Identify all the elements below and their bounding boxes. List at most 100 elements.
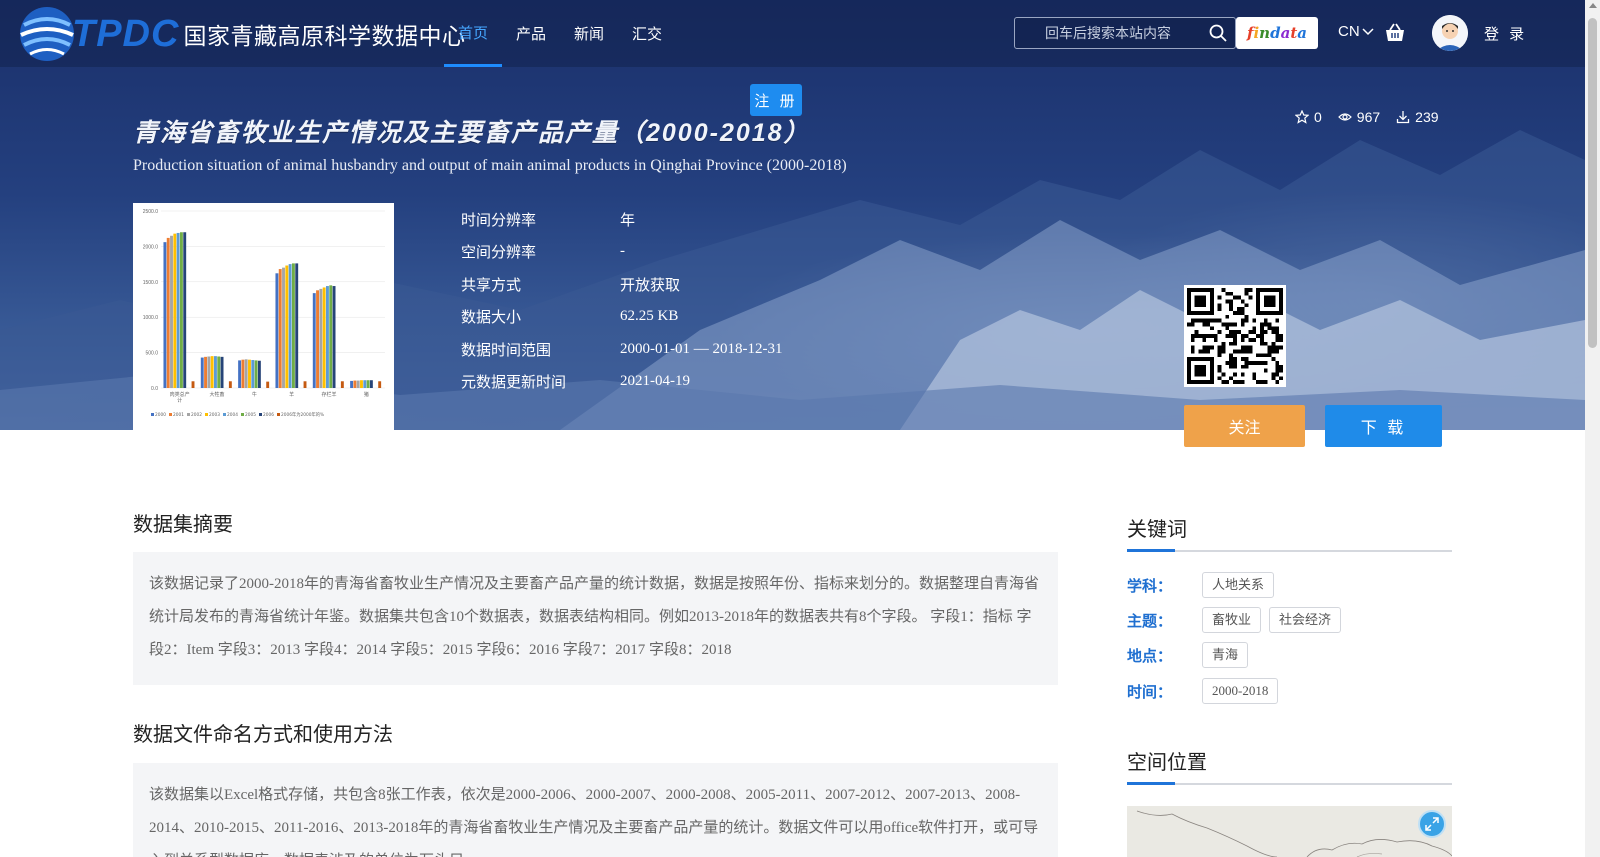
nav-news[interactable]: 新闻 (560, 0, 618, 67)
qr-module (1187, 322, 1191, 327)
legend-label: 2001 (173, 412, 184, 418)
chart-bar (291, 263, 295, 388)
keyword-tag[interactable]: 人地关系 (1202, 572, 1275, 598)
qr-module (1233, 337, 1237, 342)
chart-bar (316, 290, 319, 388)
chart-bar (170, 235, 173, 388)
keyword-row-place: 地点： 青海 (1127, 642, 1249, 668)
nav-home[interactable]: 首页 (444, 0, 503, 67)
legend-label: 2006 (263, 412, 274, 418)
legend-swatch (241, 413, 244, 416)
chart-bar (217, 356, 221, 388)
qr-module (1263, 318, 1268, 323)
qr-module (1240, 311, 1245, 315)
qr-module (1233, 322, 1237, 327)
qr-module (1244, 349, 1249, 354)
qr-module (1233, 295, 1237, 300)
qr-module (1233, 334, 1237, 338)
globe-logo-icon (20, 7, 74, 61)
follow-button[interactable]: 关注 (1184, 405, 1305, 447)
qr-module (1225, 380, 1230, 384)
qr-module (1202, 345, 1207, 350)
qr-module (1271, 357, 1276, 361)
x-tick-label: 羊 (289, 391, 294, 398)
map-fullscreen-button[interactable] (1418, 810, 1446, 838)
user-avatar[interactable] (1432, 15, 1468, 51)
login-link[interactable]: 登 录 (1484, 23, 1527, 44)
meta-row: 数据大小 62.25 KB (461, 301, 782, 334)
qr-module (1240, 299, 1245, 304)
qr-module (1233, 330, 1237, 335)
download-button[interactable]: 下 载 (1325, 405, 1442, 447)
findata-link[interactable]: findata (1236, 17, 1318, 49)
basket-icon[interactable] (1384, 22, 1406, 44)
keyword-tag[interactable]: 青海 (1202, 642, 1249, 668)
search-input[interactable] (1015, 18, 1205, 48)
legend-swatch (277, 413, 280, 416)
location-heading: 空间位置 (1127, 746, 1452, 785)
dataset-stats: 0 967 239 (1295, 109, 1439, 125)
qr-module (1206, 322, 1211, 327)
qr-module (1275, 349, 1280, 354)
keyword-tag[interactable]: 社会经济 (1269, 607, 1342, 633)
qr-module (1240, 322, 1245, 327)
site-logo[interactable]: TPDC 国家青藏高原科学数据中心 (16, 4, 465, 64)
qr-module (1271, 341, 1276, 346)
dataset-thumbnail[interactable]: 0.0 500.0 1000.0 1500.0 2000.0 2500.0 肉类总产计 大牲畜… (133, 203, 394, 430)
chart-bar (332, 286, 336, 388)
qr-module (1259, 360, 1264, 365)
x-tick-label: 大牲畜 (209, 391, 224, 398)
findata-letter: d (1270, 24, 1281, 42)
page-scrollbar[interactable] (1585, 0, 1600, 857)
chart-bar (248, 359, 251, 388)
qr-module (1229, 357, 1234, 361)
chart-bar (278, 269, 282, 388)
qr-module (1275, 334, 1280, 338)
language-selector[interactable]: CN (1338, 23, 1374, 40)
search-icon[interactable] (1209, 24, 1227, 42)
y-tick-label: 1000.0 (143, 315, 159, 321)
qr-module (1240, 345, 1245, 350)
stars-count: 0 (1314, 109, 1322, 125)
qr-module (1217, 368, 1222, 373)
chart-bar (369, 380, 373, 388)
qr-module (1271, 330, 1276, 335)
nav-submit[interactable]: 汇交 (618, 0, 676, 67)
meta-label: 数据时间范围 (461, 341, 552, 359)
meta-label: 数据大小 (461, 309, 522, 327)
keyword-tag[interactable]: 2000-2018 (1202, 678, 1279, 704)
y-tick-label: 1500.0 (143, 280, 159, 286)
qr-module (1221, 345, 1226, 350)
scroll-up-arrow-icon[interactable] (1589, 3, 1597, 8)
nav-products[interactable]: 产品 (502, 0, 560, 67)
qr-module (1267, 349, 1272, 354)
qr-module (1279, 334, 1283, 338)
qr-module (1271, 349, 1276, 354)
keyword-tag[interactable]: 畜牧业 (1202, 607, 1262, 633)
chart-bar (238, 360, 242, 388)
qr-module (1259, 341, 1264, 346)
qr-module (1263, 330, 1268, 335)
scroll-thumb[interactable] (1588, 18, 1597, 348)
qr-module (1229, 303, 1234, 308)
qr-module (1233, 357, 1237, 361)
qr-module (1240, 334, 1245, 338)
qr-module (1233, 372, 1237, 377)
qr-module (1233, 380, 1237, 384)
register-button[interactable]: 注 册 (750, 84, 802, 116)
qr-module (1194, 330, 1199, 335)
location-map[interactable] (1127, 806, 1452, 857)
chart-bar (210, 356, 214, 388)
chart-bar (207, 356, 211, 388)
y-tick-label: 2000.0 (143, 244, 159, 250)
meta-label: 元数据更新时间 (461, 374, 567, 392)
meta-label: 空间分辨率 (461, 244, 537, 262)
qr-module (1221, 288, 1226, 292)
keyword-label: 学科： (1127, 577, 1173, 595)
qr-module (1190, 318, 1195, 323)
meta-label: 共享方式 (461, 276, 522, 294)
views-stat: 967 (1337, 109, 1380, 125)
stars-stat[interactable]: 0 (1295, 109, 1322, 125)
qr-module (1275, 330, 1280, 335)
qr-module (1217, 307, 1222, 312)
